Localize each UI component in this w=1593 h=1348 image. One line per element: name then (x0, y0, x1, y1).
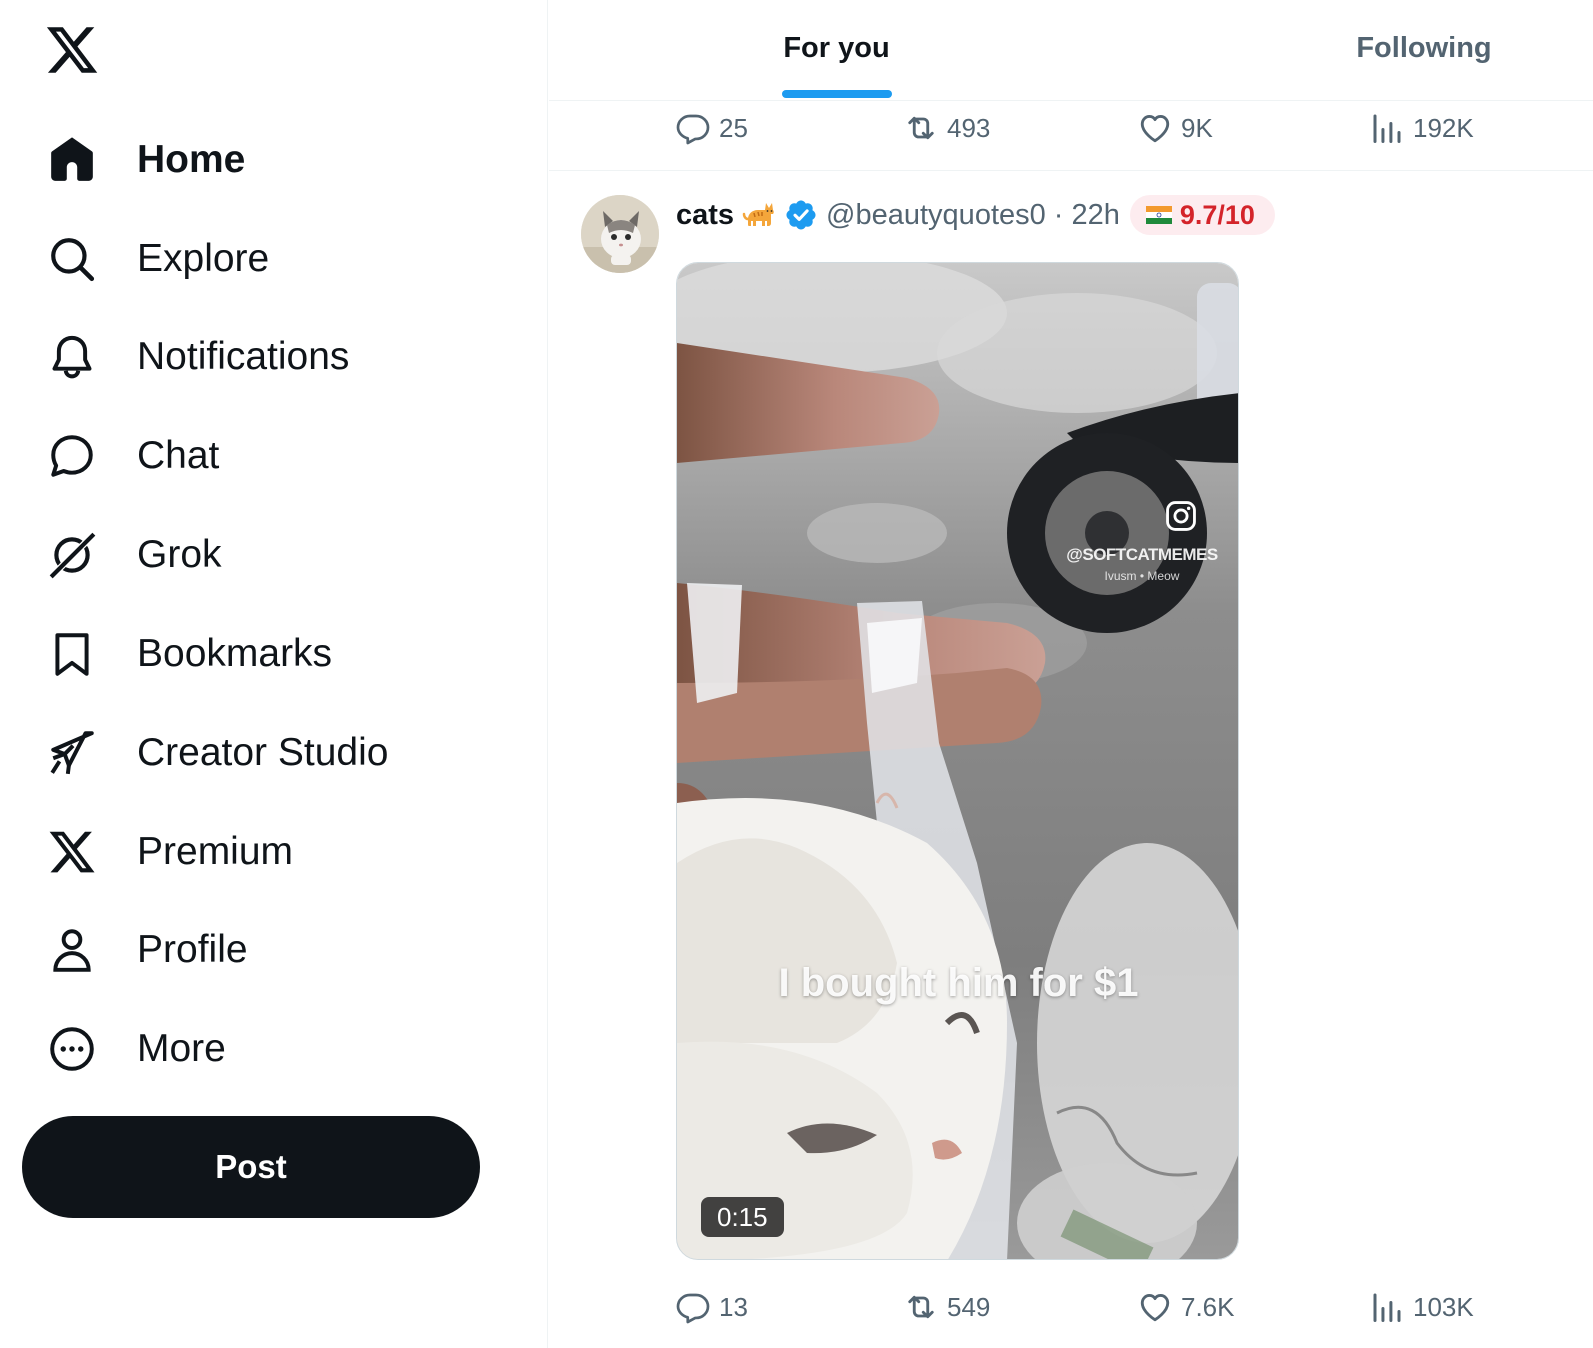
views-chart-icon (1373, 1293, 1401, 1322)
sidebar-item-label: More (137, 1027, 226, 1070)
views-button[interactable]: 192K (1369, 98, 1474, 158)
avatar[interactable] (581, 195, 659, 273)
sidebar-item-notifications[interactable]: Notifications (44, 327, 349, 387)
display-name[interactable]: cats (676, 199, 734, 232)
views-chart-icon (1373, 114, 1401, 143)
reply-button[interactable]: 13 (675, 1277, 748, 1337)
sidebar-item-label: Bookmarks (137, 632, 333, 675)
reply-count: 25 (719, 112, 748, 143)
rating-badge: 9.7/10 (1129, 195, 1275, 235)
instagram-icon (1166, 501, 1196, 531)
sidebar-item-label: Premium (137, 830, 294, 873)
separator-dot: · (1053, 198, 1064, 231)
search-icon (44, 231, 100, 287)
chat-bubble-icon (44, 428, 100, 484)
video-watermark: @SOFTCATMEMES Ivusm • Meow (1057, 545, 1227, 583)
repost-count: 493 (947, 112, 991, 143)
sidebar-item-label: Grok (137, 533, 222, 576)
sidebar-item-profile[interactable]: Profile (44, 920, 248, 980)
repost-button[interactable]: 549 (903, 1277, 990, 1337)
person-icon (44, 922, 100, 978)
post-timestamp[interactable]: 22h (1071, 199, 1119, 232)
reply-icon (676, 1293, 710, 1324)
repost-icon (908, 116, 934, 140)
sidebar-item-grok[interactable]: Grok (44, 525, 222, 585)
user-handle[interactable]: @beautyquotes0 (826, 199, 1046, 232)
tab-for-you[interactable]: For you (724, 0, 949, 100)
more-circle-icon (44, 1021, 100, 1077)
previous-post-actions: 25 493 9K 192K (549, 98, 1593, 158)
bookmark-icon (44, 626, 100, 682)
video-duration: 0:15 (701, 1197, 784, 1237)
sidebar-item-bookmarks[interactable]: Bookmarks (44, 624, 332, 684)
post-button[interactable]: Post (22, 1116, 480, 1218)
sidebar-item-explore[interactable]: Explore (44, 229, 269, 289)
rocket-icon (44, 725, 100, 781)
x-logo-icon[interactable] (44, 22, 100, 78)
like-button[interactable]: 7.6K (1137, 1277, 1235, 1337)
sidebar-item-label: Profile (137, 928, 248, 971)
like-button[interactable]: 9K (1137, 98, 1213, 158)
rating-score: 9.7/10 (1179, 199, 1255, 230)
heart-icon (1140, 1294, 1170, 1322)
views-button[interactable]: 103K (1369, 1277, 1474, 1337)
cat-emoji-icon (742, 203, 774, 226)
video-caption: I bought him for $1 (778, 961, 1139, 1005)
sidebar-item-chat[interactable]: Chat (44, 426, 219, 486)
sidebar-item-creator-studio[interactable]: Creator Studio (44, 723, 388, 783)
like-count: 7.6K (1181, 1291, 1235, 1322)
sidebar-item-label: Creator Studio (137, 731, 389, 774)
heart-icon (1140, 115, 1170, 143)
grok-icon (44, 527, 100, 583)
reply-count: 13 (719, 1291, 748, 1322)
video-player[interactable]: @SOFTCATMEMES Ivusm • Meow I bought him … (676, 262, 1239, 1260)
sidebar-item-label: Explore (137, 237, 270, 280)
sidebar-item-premium[interactable]: Premium (44, 822, 293, 882)
verified-badge-icon[interactable] (784, 198, 818, 232)
india-flag-icon (1145, 206, 1172, 224)
sidebar-item-label: Notifications (137, 335, 350, 378)
timeline: 25 493 9K 192K cats @beautyquotes0 · 22h… (549, 0, 1593, 1348)
watermark-subtitle: Ivusm • Meow (1104, 569, 1180, 583)
like-count: 9K (1181, 112, 1213, 143)
views-count: 103K (1413, 1291, 1474, 1322)
sidebar-item-more[interactable]: More (44, 1019, 226, 1079)
home-icon (44, 132, 100, 188)
bell-icon (44, 329, 100, 385)
sidebar-item-label: Chat (137, 434, 220, 477)
post-actions: 13 549 7.6K 103K (549, 1277, 1593, 1337)
watermark-handle: @SOFTCATMEMES (1066, 545, 1218, 564)
reply-icon (676, 114, 710, 145)
sidebar-item-home[interactable]: Home (44, 130, 245, 190)
active-tab-indicator (782, 90, 892, 98)
repost-count: 549 (947, 1291, 991, 1322)
repost-button[interactable]: 493 (903, 98, 990, 158)
post-header: cats @beautyquotes0 · 22h 9.7/10 (676, 192, 1275, 238)
views-count: 192K (1413, 112, 1474, 143)
x-logo-icon (44, 824, 100, 880)
sidebar: Home Explore Notifications Chat Grok Boo… (0, 0, 548, 1348)
sidebar-item-label: Home (137, 138, 246, 181)
tab-following[interactable]: Following (1309, 0, 1539, 100)
video-frame (677, 263, 1238, 1259)
reply-button[interactable]: 25 (675, 98, 748, 158)
repost-icon (908, 1295, 934, 1319)
timeline-tabs: For you Following (549, 0, 1593, 101)
post-divider (549, 170, 1593, 171)
